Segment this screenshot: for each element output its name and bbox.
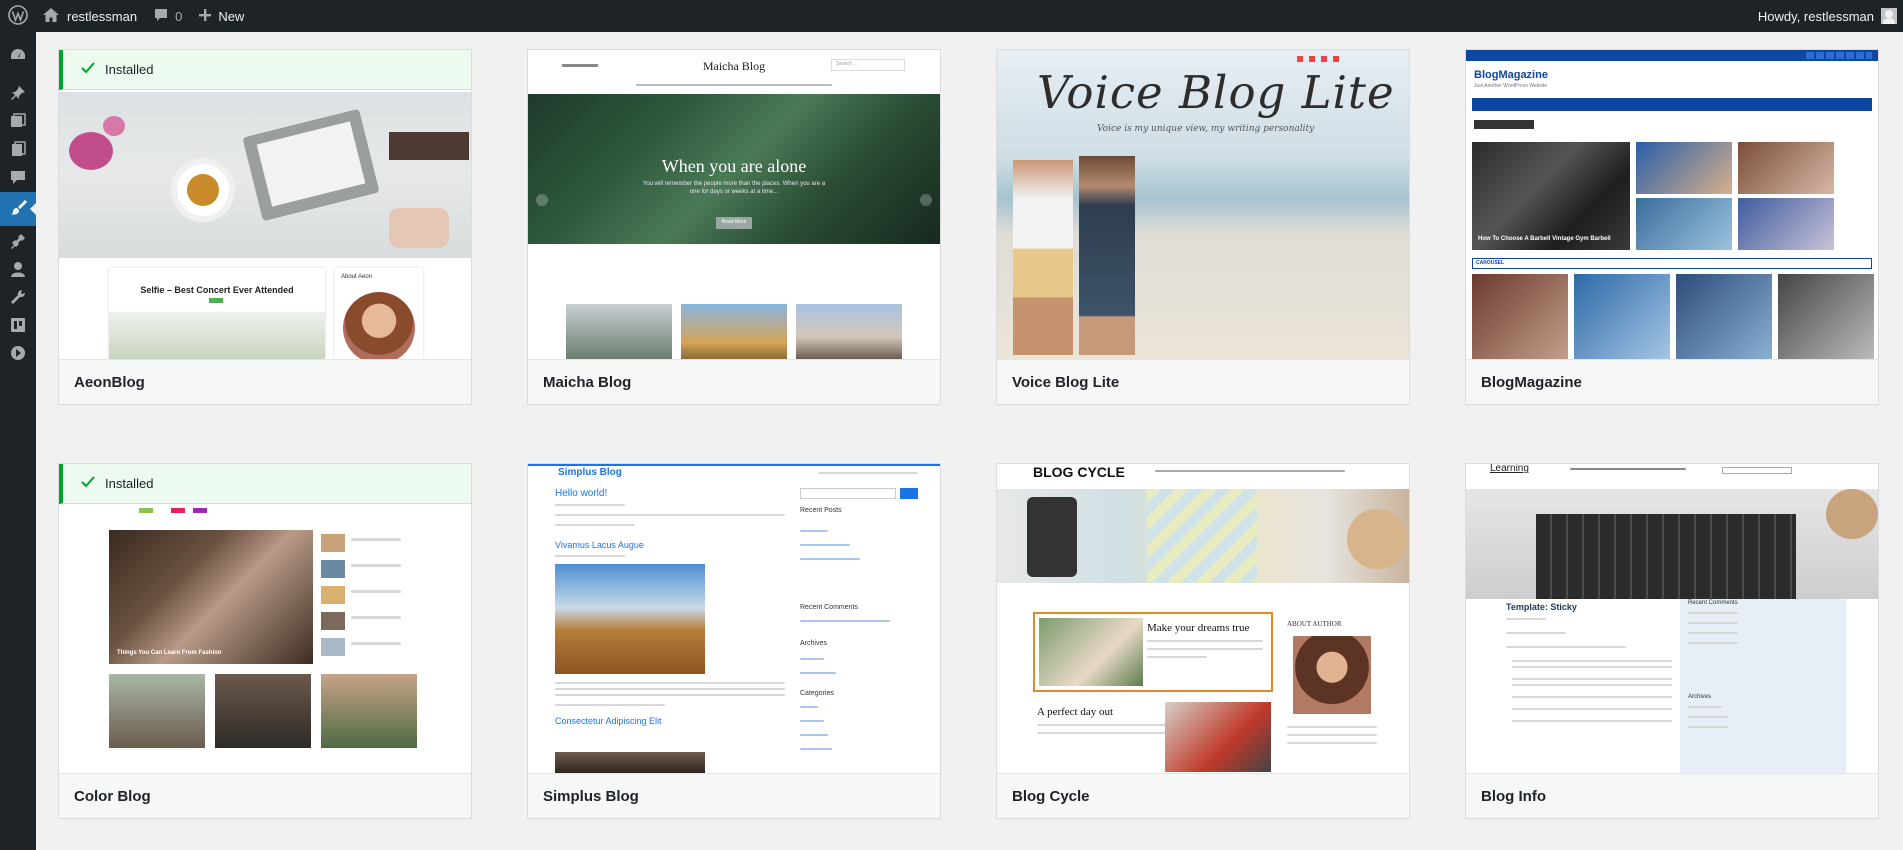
installed-notice: Installed [59, 464, 471, 504]
comments-link[interactable]: 0 [145, 0, 190, 32]
preview-widget: ABOUT AUTHOR [1287, 620, 1342, 628]
preview-widget2: Archives [1688, 694, 1712, 700]
theme-name: AeonBlog [59, 359, 471, 404]
preview-post-title: Template: Sticky [1506, 602, 1577, 612]
theme-card-blog-cycle[interactable]: BLOG CYCLE Make your dreams true A perfe… [996, 463, 1410, 819]
preview-widget1: Recent Comments [1688, 600, 1738, 606]
preview-widget1: Recent Posts [800, 507, 842, 514]
preview-site-title: BLOG CYCLE [1033, 464, 1125, 480]
dashboard-icon [9, 46, 27, 69]
theme-screenshot[interactable]: Maicha Blog Search ... When you are alon… [528, 50, 940, 359]
theme-screenshot[interactable]: Simplus Blog Hello world! Vivamus Lacus … [528, 464, 940, 773]
comment-icon [153, 7, 169, 26]
admin-bar: restlessman 0 New Howdy, restlessman [0, 0, 1903, 32]
hero-image [1472, 142, 1630, 250]
hero-image [1466, 489, 1878, 599]
theme-card-blog-info[interactable]: Learning Template: Sticky Recent Comment… [1465, 463, 1879, 819]
paintbrush-icon [9, 198, 27, 221]
theme-name: Blog Cycle [997, 773, 1409, 818]
theme-name: Blog Info [1466, 773, 1878, 818]
theme-card-aeonblog[interactable]: Selfie – Best Concert Ever Attended Abou… [58, 49, 472, 405]
preview-hero-caption: Things You Can Learn From Fashion [117, 650, 222, 656]
preview-post1: Hello world! [555, 488, 608, 499]
preview-post2: Vivamus Lacus Augue [555, 540, 644, 550]
preview-hero-text: You will remember the people more than t… [642, 181, 826, 195]
plus-icon [198, 8, 212, 25]
howdy-label: Howdy, restlessman [1757, 8, 1874, 24]
installed-label: Installed [105, 476, 154, 491]
menu-comments[interactable] [0, 162, 36, 196]
theme-name: BlogMagazine [1466, 359, 1878, 404]
preview-tagline: Voice is my unique view, my writing pers… [1097, 124, 1315, 134]
preview-site-title: BlogMagazine [1474, 69, 1548, 81]
theme-screenshot[interactable]: Selfie – Best Concert Ever Attended Abou… [59, 50, 471, 359]
pages-icon [9, 140, 27, 163]
preview-widget-title: About Aeon [341, 274, 373, 280]
site-name-link[interactable]: restlessman [36, 0, 145, 32]
checkmark-icon [81, 62, 95, 77]
preview-site-title: Simplus Blog [558, 467, 622, 478]
installed-label: Installed [105, 62, 154, 77]
preview-tagline: Just Another WordPress Website [1474, 83, 1548, 89]
wordpress-logo-menu[interactable] [0, 0, 36, 32]
theme-name: Simplus Blog [528, 773, 940, 818]
preview-post-title: Selfie – Best Concert Ever Attended [140, 285, 294, 295]
settings-icon [9, 316, 27, 339]
preview-search: Search ... [836, 61, 858, 67]
theme-screenshot[interactable]: BLOG CYCLE Make your dreams true A perfe… [997, 464, 1409, 773]
new-label: New [218, 8, 245, 24]
theme-name: Voice Blog Lite [997, 359, 1409, 404]
admin-menu [0, 32, 36, 850]
users-icon [9, 260, 27, 283]
preview-hero-title: When you are alone [661, 156, 807, 176]
preview-site-title: Learning [1490, 464, 1529, 474]
preview-carousel: CAROUSEL [1476, 260, 1505, 266]
hero-image [997, 489, 1409, 583]
preview-post3: Consectetur Adipiscing Elit [555, 716, 662, 726]
theme-card-color-blog[interactable]: Things You Can Learn From Fashion Instal… [58, 463, 472, 819]
theme-card-blogmagazine[interactable]: BlogMagazine Just Another WordPress Webs… [1465, 49, 1879, 405]
menu-dashboard[interactable] [0, 40, 36, 74]
preview-site-title: Voice Blog Lite [1037, 66, 1395, 119]
hero-image [59, 92, 471, 258]
comments-menu-icon [9, 168, 27, 191]
comments-count: 0 [175, 8, 183, 24]
wordpress-icon [8, 4, 28, 28]
menu-collapse[interactable] [0, 338, 36, 372]
new-content-menu[interactable]: New [190, 0, 252, 32]
preview-hero-caption: How To Choose A Barbell Vintage Gym Barb… [1478, 236, 1611, 242]
theme-name: Maicha Blog [528, 359, 940, 404]
my-account-menu[interactable]: Howdy, restlessman [1750, 0, 1903, 32]
preview-widget3: Archives [800, 640, 827, 647]
theme-screenshot[interactable]: Learning Template: Sticky Recent Comment… [1466, 464, 1878, 773]
hero-couple [1013, 160, 1073, 355]
avatar-icon [1881, 8, 1897, 24]
media-icon [9, 112, 27, 135]
theme-screenshot[interactable]: Things You Can Learn From Fashion [59, 464, 471, 773]
theme-card-simplus-blog[interactable]: Simplus Blog Hello world! Vivamus Lacus … [527, 463, 941, 819]
theme-name: Color Blog [59, 773, 471, 818]
preview-button: Read More [721, 219, 747, 225]
theme-card-voice-blog-lite[interactable]: Voice Blog Lite Voice is my unique view,… [996, 49, 1410, 405]
preview-post2: A perfect day out [1037, 706, 1114, 718]
theme-screenshot[interactable]: BlogMagazine Just Another WordPress Webs… [1466, 50, 1878, 359]
menu-appearance[interactable] [0, 192, 36, 226]
pushpin-icon [9, 84, 27, 107]
theme-screenshot[interactable]: Voice Blog Lite Voice is my unique view,… [997, 50, 1409, 359]
collapse-icon [9, 344, 27, 367]
preview-widget4: Categories [800, 690, 834, 697]
preview-widget2: Recent Comments [800, 604, 858, 611]
wrench-icon [9, 288, 27, 311]
preview-post1: Make your dreams true [1147, 622, 1250, 634]
site-name-label: restlessman [67, 8, 138, 24]
home-icon [42, 7, 60, 26]
installed-notice: Installed [59, 50, 471, 90]
plugin-icon [9, 232, 27, 255]
checkmark-icon [81, 476, 95, 491]
theme-card-maicha-blog[interactable]: Maicha Blog Search ... When you are alon… [527, 49, 941, 405]
hero-image [109, 530, 313, 664]
